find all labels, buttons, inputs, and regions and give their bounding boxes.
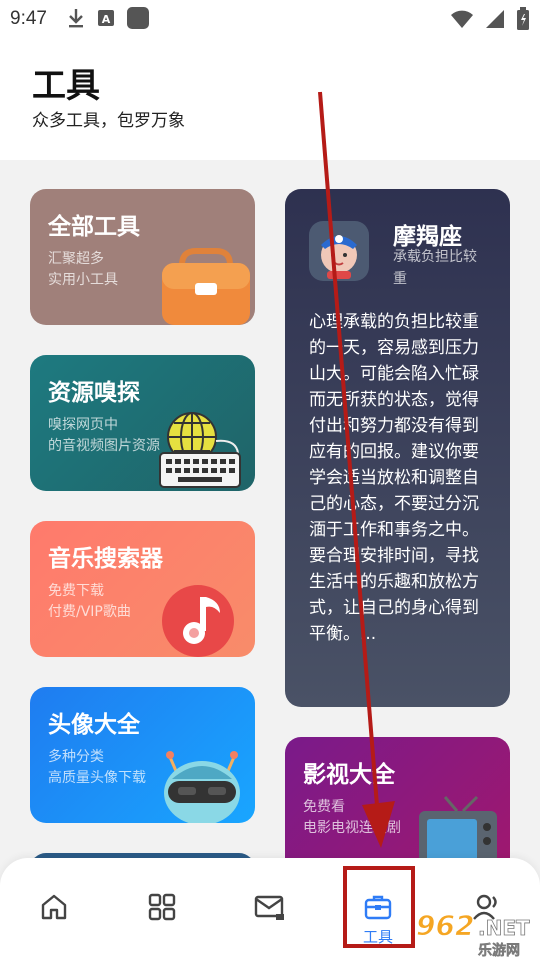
status-icons-right [450, 7, 530, 31]
capricorn-avatar-icon [309, 221, 369, 281]
page-title: 工具 [32, 66, 100, 106]
status-bar: 9:47 A [0, 0, 540, 38]
nav-messages[interactable] [216, 858, 324, 960]
signal-icon [486, 10, 504, 28]
card-avatar-collection[interactable]: 头像大全 多种分类 高质量头像下载 [30, 687, 255, 823]
svg-text:.NET: .NET [478, 916, 530, 940]
app-icon [127, 7, 149, 29]
svg-text:乐游网: 乐游网 [478, 942, 520, 959]
zodiac-subtitle-line1: 承载负担比较 [393, 249, 477, 265]
svg-text:962: 962 [416, 909, 474, 942]
download-icon [69, 9, 83, 28]
page-header: 工具 众多工具，包罗万象 [0, 38, 540, 160]
mail-icon [254, 895, 284, 920]
globe-keyboard-icon [159, 412, 241, 488]
svg-text:A: A [102, 13, 111, 26]
nav-apps[interactable] [108, 858, 216, 960]
card-video-collection[interactable]: 影视大全 免费看 电影电视连续剧 [285, 737, 510, 877]
card-all-tools[interactable]: 全部工具 汇聚超多 实用小工具 [30, 189, 255, 325]
annotation-highlight-box [343, 866, 415, 948]
zodiac-description: 心理承载的负担比较重的一天，容易感到压力山大。可能会陷入忙碌而无所获的状态，觉得… [309, 312, 479, 644]
music-note-icon [162, 585, 234, 657]
toolbox-icon [162, 248, 250, 325]
status-time: 9:47 [10, 8, 47, 29]
wifi-icon [451, 10, 473, 28]
card-music-search-title: 音乐搜索器 [48, 546, 163, 572]
battery-icon [517, 7, 529, 30]
zodiac-subtitle: 承载负担比较 重 [393, 246, 493, 290]
home-icon [41, 894, 67, 920]
card-video-collection-title: 影视大全 [303, 762, 395, 788]
font-icon: A [98, 10, 114, 26]
watermark-logo: 962 .NET 乐游网 [412, 905, 540, 960]
page-subtitle: 众多工具，包罗万象 [32, 111, 185, 131]
card-all-tools-title: 全部工具 [48, 214, 140, 240]
apps-grid-icon [148, 893, 176, 921]
card-resource-sniff-title: 资源嗅探 [48, 380, 140, 406]
card-resource-sniff[interactable]: 资源嗅探 嗅探网页中 的音视频图片资源 [30, 355, 255, 491]
card-capricorn-horoscope[interactable]: 摩羯座 承载负担比较 重 心理承载的负担比较重的一天，容易感到压力山大。可能会陷… [285, 189, 510, 707]
robot-icon [164, 751, 240, 823]
status-icons-left: A [66, 6, 150, 30]
nav-home[interactable] [0, 858, 108, 960]
card-music-search[interactable]: 音乐搜索器 免费下载 付费/VIP歌曲 [30, 521, 255, 657]
zodiac-subtitle-line2: 重 [393, 271, 407, 287]
card-avatar-collection-title: 头像大全 [48, 712, 140, 738]
